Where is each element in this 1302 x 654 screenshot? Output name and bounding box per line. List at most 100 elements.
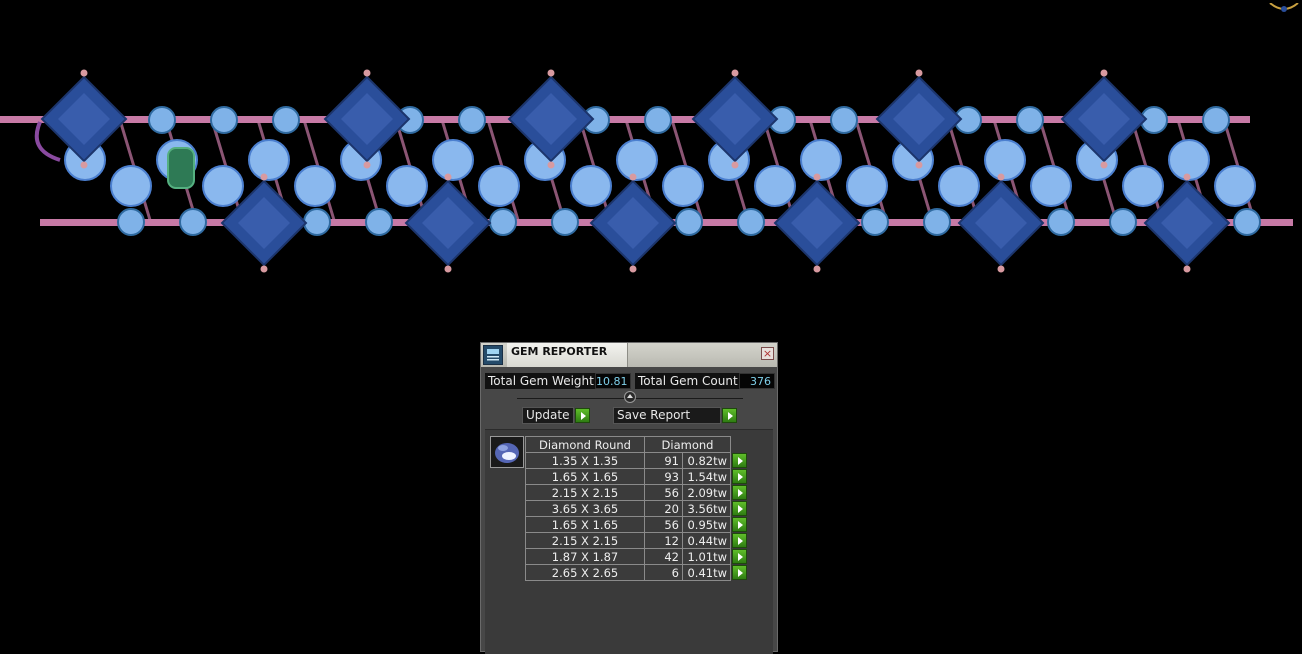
row-action-cell xyxy=(731,565,748,581)
diamond-stone xyxy=(210,106,238,134)
weight-cell: 0.95tw xyxy=(682,516,731,533)
prong xyxy=(1183,265,1191,273)
diamond-stone xyxy=(272,106,300,134)
prong xyxy=(629,173,637,181)
diamond-stone xyxy=(923,208,951,236)
diamond-stone xyxy=(179,208,207,236)
row-play-arrow-icon[interactable] xyxy=(732,533,747,548)
table-row[interactable]: 3.65 X 3.65 20 3.56tw xyxy=(525,500,748,517)
weight-cell: 0.44tw xyxy=(682,532,731,549)
weight-cell: 3.56tw xyxy=(682,500,731,517)
save-report-play-arrow-icon[interactable] xyxy=(722,408,737,423)
table-row[interactable]: 1.35 X 1.35 91 0.82tw xyxy=(525,452,748,469)
size-cell: 2.15 X 2.15 xyxy=(525,532,645,549)
collapse-icon[interactable] xyxy=(624,391,636,403)
table-row[interactable]: 2.15 X 2.15 56 2.09tw xyxy=(525,484,748,501)
table-header-row: Diamond Round Diamond xyxy=(525,436,748,453)
weight-cell: 0.41tw xyxy=(682,564,731,581)
prong xyxy=(547,69,555,77)
row-action-cell xyxy=(731,501,748,517)
prong xyxy=(547,161,555,169)
diamond-stone xyxy=(489,208,517,236)
cluster-stone xyxy=(386,165,428,207)
table-row[interactable]: 1.87 X 1.87 42 1.01tw xyxy=(525,548,748,565)
prong xyxy=(997,173,1005,181)
gem-reporter-panel: GEM REPORTER × Total Gem Weight 10.81 To… xyxy=(480,342,778,654)
weight-cell: 1.54tw xyxy=(682,468,731,485)
count-cell: 56 xyxy=(644,484,683,501)
diamond-stone xyxy=(644,106,672,134)
size-cell: 3.65 X 3.65 xyxy=(525,500,645,517)
row-action-cell xyxy=(731,549,748,565)
cluster-stone xyxy=(1030,165,1072,207)
row-play-arrow-icon[interactable] xyxy=(732,549,747,564)
size-cell: 1.65 X 1.65 xyxy=(525,516,645,533)
diamond-stone xyxy=(1047,208,1075,236)
total-weight-label: Total Gem Weight xyxy=(485,373,595,389)
total-count-value: 376 xyxy=(739,373,775,389)
cluster-stone xyxy=(938,165,980,207)
prong xyxy=(363,161,371,169)
cluster-stone xyxy=(110,165,152,207)
clasp-barrel xyxy=(167,147,195,189)
cluster-stone xyxy=(202,165,244,207)
row-action-cell xyxy=(731,533,748,549)
update-button[interactable]: Update xyxy=(522,407,574,424)
row-play-arrow-icon[interactable] xyxy=(732,517,747,532)
cluster-stone xyxy=(846,165,888,207)
gem-table: Diamond Round Diamond 1.35 X 1.35 91 0.82t… xyxy=(525,436,748,581)
count-cell: 56 xyxy=(644,516,683,533)
prong xyxy=(80,161,88,169)
count-cell: 93 xyxy=(644,468,683,485)
table-row[interactable]: 1.65 X 1.65 56 0.95tw xyxy=(525,516,748,533)
prong xyxy=(915,161,923,169)
count-cell: 20 xyxy=(644,500,683,517)
table-row[interactable]: 1.65 X 1.65 93 1.54tw xyxy=(525,468,748,485)
row-play-arrow-icon[interactable] xyxy=(732,565,747,580)
count-cell: 42 xyxy=(644,548,683,565)
row-play-arrow-icon[interactable] xyxy=(732,501,747,516)
prong xyxy=(1100,69,1108,77)
update-play-arrow-icon[interactable] xyxy=(575,408,590,423)
prong xyxy=(444,173,452,181)
row-action-cell xyxy=(731,469,748,485)
size-cell: 1.87 X 1.87 xyxy=(525,548,645,565)
prong xyxy=(1100,161,1108,169)
gem-thumbnail-icon[interactable] xyxy=(490,436,524,468)
row-action-cell xyxy=(731,517,748,533)
close-icon[interactable]: × xyxy=(761,347,774,360)
cluster-stone xyxy=(1214,165,1256,207)
diamond-stone xyxy=(117,208,145,236)
size-cell: 2.15 X 2.15 xyxy=(525,484,645,501)
row-play-arrow-icon[interactable] xyxy=(732,469,747,484)
weight-cell: 0.82tw xyxy=(682,452,731,469)
diamond-stone xyxy=(861,208,889,236)
report-area[interactable]: Diamond Round Diamond 1.35 X 1.35 91 0.82t… xyxy=(485,429,773,654)
prong xyxy=(731,69,739,77)
cluster-stone xyxy=(294,165,336,207)
prong xyxy=(260,265,268,273)
table-row[interactable]: 2.65 X 2.65 6 0.41tw xyxy=(525,564,748,581)
prong xyxy=(363,69,371,77)
size-cell: 1.35 X 1.35 xyxy=(525,452,645,469)
row-play-arrow-icon[interactable] xyxy=(732,485,747,500)
count-cell: 6 xyxy=(644,564,683,581)
cluster-stone xyxy=(800,139,842,181)
panel-title: GEM REPORTER xyxy=(511,345,608,358)
cluster-stone xyxy=(984,139,1026,181)
prong xyxy=(80,69,88,77)
total-weight-value: 10.81 xyxy=(595,373,631,389)
diamond-stone xyxy=(1109,208,1137,236)
save-report-button[interactable]: Save Report xyxy=(613,407,721,424)
cluster-stone xyxy=(432,139,474,181)
cluster-stone xyxy=(570,165,612,207)
row-play-arrow-icon[interactable] xyxy=(732,453,747,468)
title-bar[interactable]: GEM REPORTER × xyxy=(481,343,777,367)
row-action-cell xyxy=(731,453,748,469)
diamond-stone xyxy=(1202,106,1230,134)
diamond-stone xyxy=(303,208,331,236)
diamond-stone xyxy=(365,208,393,236)
view-gizmo-icon[interactable] xyxy=(1266,0,1302,12)
weight-cell: 1.01tw xyxy=(682,548,731,565)
table-row[interactable]: 2.15 X 2.15 12 0.44tw xyxy=(525,532,748,549)
